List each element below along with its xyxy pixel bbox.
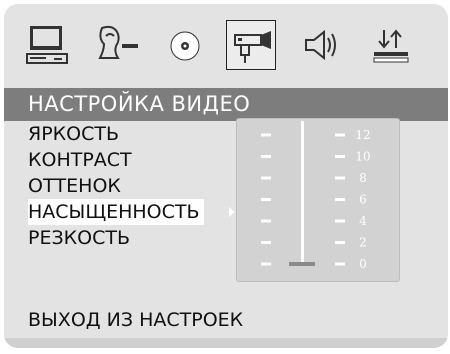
video-camera-icon[interactable] — [226, 20, 276, 70]
disc-icon[interactable] — [160, 20, 210, 70]
scale-tick-right — [335, 198, 345, 201]
scale-tick-left — [261, 176, 271, 180]
scale-tick-left — [261, 133, 271, 137]
icon-bar — [4, 4, 448, 88]
option-saturation[interactable]: НАСЫЩЕННОСТЬ — [28, 199, 204, 225]
preference-icon[interactable] — [366, 20, 416, 70]
scale-tick-left — [261, 241, 271, 244]
monitor-icon[interactable] — [24, 20, 74, 70]
section-title: НАСТРОЙКА ВИДЕО — [4, 88, 448, 121]
scale-tick-label: 0 — [359, 257, 367, 271]
exit-settings-button[interactable]: ВЫХОД ИЗ НАСТРОЕК — [4, 304, 448, 336]
scale-tick-left — [261, 155, 271, 158]
scale-tick-right — [335, 133, 345, 137]
scale-tick-right — [335, 241, 345, 244]
scale-tick-label: 6 — [359, 193, 367, 207]
scale-value-marker[interactable] — [289, 262, 315, 266]
option-hue[interactable]: ОТТЕНОК — [28, 173, 121, 199]
bottom-strip — [4, 338, 448, 348]
scale-track — [301, 121, 304, 263]
scale-tick-label: 8 — [359, 171, 367, 185]
scale-tick-label: 10 — [355, 150, 370, 164]
osd-menu: НАСТРОЙКА ВИДЕО ЯРКОСТЬ КОНТРАСТ ОТТЕНОК… — [4, 4, 448, 348]
scale-tick-left — [261, 219, 271, 223]
language-icon[interactable] — [92, 20, 142, 70]
scale-tick-label: 2 — [359, 236, 367, 250]
scale-tick-left — [261, 262, 271, 266]
scale-tick-label: 4 — [359, 214, 367, 228]
scale-tick-left — [261, 198, 271, 201]
selection-arrow-icon — [229, 207, 235, 217]
value-scale[interactable]: 12 10 8 6 4 2 0 — [236, 118, 400, 282]
option-sharpness[interactable]: РЕЗКОСТЬ — [28, 225, 130, 251]
speaker-icon[interactable] — [296, 20, 346, 70]
option-brightness[interactable]: ЯРКОСТЬ — [28, 121, 119, 147]
scale-tick-right — [335, 219, 345, 223]
scale-tick-right — [335, 176, 345, 180]
scale-tick-right — [335, 155, 345, 158]
option-contrast[interactable]: КОНТРАСТ — [28, 147, 132, 173]
scale-tick-label: 12 — [355, 128, 370, 142]
scale-tick-right — [335, 262, 345, 266]
